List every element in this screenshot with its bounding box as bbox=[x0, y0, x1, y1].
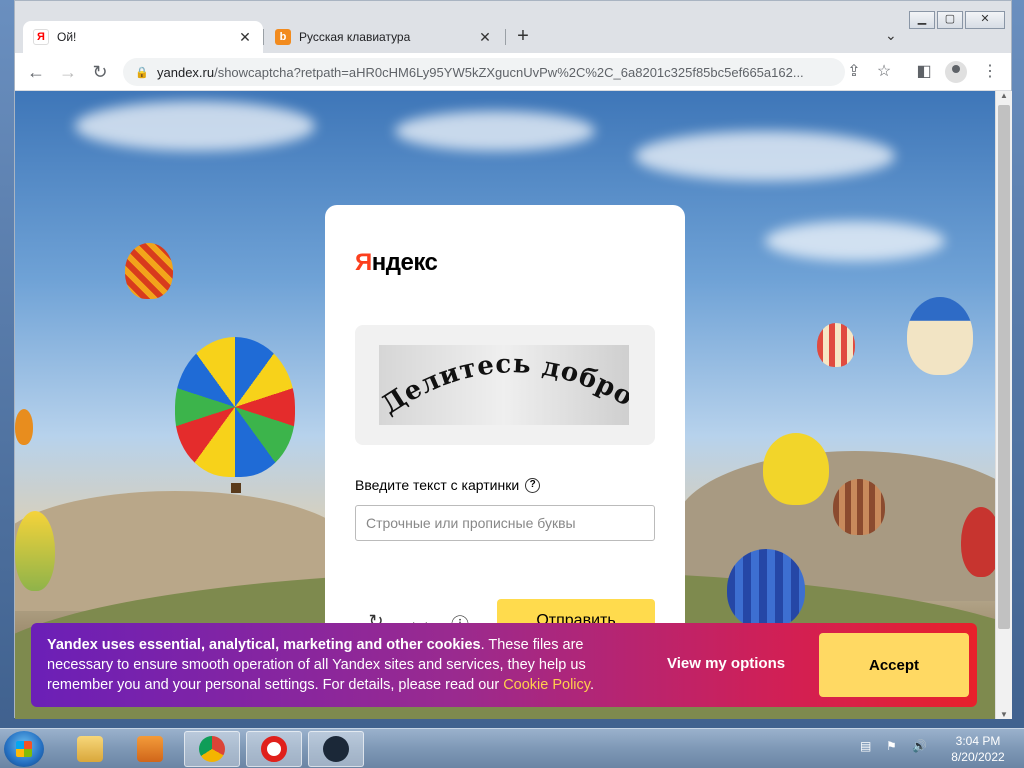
tab-divider bbox=[263, 29, 264, 45]
logo-rest: ндекс bbox=[371, 249, 438, 276]
captcha-image-frame: Делитесь добром bbox=[355, 325, 655, 445]
cookie-end-text: . bbox=[589, 677, 594, 693]
tab-search-chevron-icon[interactable]: ⌄ bbox=[885, 27, 897, 44]
taskbar-media-player[interactable] bbox=[122, 731, 178, 767]
side-panel-icon[interactable]: ◧ bbox=[911, 59, 937, 85]
hot-air-balloon bbox=[833, 479, 885, 535]
scroll-up-arrow-icon[interactable]: ▲ bbox=[1000, 91, 1008, 100]
view-my-options-button[interactable]: View my options bbox=[667, 655, 785, 672]
captcha-page: Яндекс Делитесь добром Введите текст с к… bbox=[15, 91, 995, 719]
taskbar-steam[interactable] bbox=[308, 731, 364, 767]
captcha-image: Делитесь добром bbox=[379, 345, 629, 425]
captcha-label: Введите текст с картинки ? bbox=[355, 477, 541, 493]
cookie-bold-text: Yandex uses essential, analytical, marke… bbox=[47, 637, 481, 653]
profile-avatar-icon[interactable] bbox=[945, 61, 967, 83]
yandex-favicon-icon: Я bbox=[33, 29, 49, 45]
hot-air-balloon bbox=[907, 297, 973, 375]
taskbar-opera[interactable] bbox=[246, 731, 302, 767]
hot-air-balloon bbox=[763, 433, 829, 505]
hot-air-balloon bbox=[15, 409, 33, 445]
tab-close-icon[interactable]: ✕ bbox=[477, 29, 493, 46]
chrome-icon bbox=[199, 736, 225, 762]
url-host: yandex.ru bbox=[157, 64, 215, 80]
window-controls: ▁ ▢ ✕ bbox=[909, 11, 1005, 29]
tab-russian-keyboard[interactable]: b Русская клавиатура ✕ bbox=[265, 21, 503, 53]
captcha-label-text: Введите текст с картинки bbox=[355, 477, 520, 493]
close-window-button[interactable]: ✕ bbox=[965, 11, 1005, 29]
new-tab-button[interactable]: + bbox=[511, 25, 535, 49]
forward-arrow-icon[interactable]: → bbox=[55, 59, 81, 85]
tab-title: Русская клавиатура bbox=[299, 30, 411, 44]
captcha-card: Яндекс Делитесь добром Введите текст с к… bbox=[325, 205, 685, 645]
bee-favicon-icon: b bbox=[275, 29, 291, 45]
yandex-logo: Яндекс bbox=[355, 249, 438, 277]
browser-toolbar: ← → ↻ 🔒 yandex.ru /showcaptcha?retpath=a… bbox=[15, 53, 1011, 91]
browser-window: Я Ой! ✕ b Русская клавиатура ✕ + ⌄ ▁ ▢ ✕… bbox=[14, 0, 1012, 719]
cloud bbox=[765, 221, 945, 261]
cloud bbox=[635, 131, 895, 181]
tab-divider bbox=[505, 29, 506, 45]
logo-letter: Я bbox=[355, 249, 372, 276]
captcha-text: Делитесь добром bbox=[379, 345, 629, 421]
tab-strip: Я Ой! ✕ b Русская клавиатура ✕ + ⌄ ▁ ▢ ✕ bbox=[15, 1, 1011, 53]
tab-yandex-captcha[interactable]: Я Ой! ✕ bbox=[23, 21, 263, 53]
cloud bbox=[75, 101, 315, 151]
hot-air-balloon bbox=[175, 337, 295, 477]
captcha-answer-input[interactable] bbox=[355, 505, 655, 541]
network-icon[interactable]: ▤ bbox=[860, 739, 876, 755]
svg-text:Делитесь добром: Делитесь добром bbox=[379, 345, 629, 421]
hot-air-balloon bbox=[817, 323, 855, 367]
reload-icon[interactable]: ↻ bbox=[87, 59, 113, 85]
back-arrow-icon[interactable]: ← bbox=[23, 59, 49, 85]
media-player-icon bbox=[137, 736, 163, 762]
action-center-flag-icon[interactable]: ⚑ bbox=[886, 739, 902, 755]
scroll-thumb[interactable] bbox=[998, 105, 1010, 629]
tab-close-icon[interactable]: ✕ bbox=[237, 29, 253, 46]
page-scrollbar[interactable]: ▲ ▼ bbox=[995, 91, 1012, 719]
lock-icon: 🔒 bbox=[135, 67, 149, 79]
taskbar-file-explorer[interactable] bbox=[62, 731, 118, 767]
file-explorer-icon bbox=[77, 736, 103, 762]
balloon-basket bbox=[231, 483, 241, 493]
minimize-button[interactable]: ▁ bbox=[909, 11, 935, 29]
maximize-button[interactable]: ▢ bbox=[937, 11, 963, 29]
system-clock[interactable]: 3:04 PM 8/20/2022 bbox=[938, 733, 1018, 765]
cookie-message: Yandex uses essential, analytical, marke… bbox=[47, 635, 627, 695]
scroll-down-arrow-icon[interactable]: ▼ bbox=[1000, 710, 1008, 719]
url-path: /showcaptcha?retpath=aHR0cHM6Ly95YW5kZXg… bbox=[214, 64, 804, 80]
cloud bbox=[395, 111, 595, 151]
volume-icon[interactable]: 🔊 bbox=[912, 739, 928, 755]
opera-icon bbox=[261, 736, 287, 762]
cookie-banner: Yandex uses essential, analytical, marke… bbox=[31, 623, 977, 707]
tab-title: Ой! bbox=[57, 30, 77, 44]
steam-icon bbox=[323, 736, 349, 762]
clock-time: 3:04 PM bbox=[955, 734, 1001, 748]
accept-cookies-button[interactable]: Accept bbox=[819, 633, 969, 697]
help-question-icon[interactable]: ? bbox=[525, 477, 541, 493]
menu-kebab-icon[interactable]: ⋮ bbox=[977, 59, 1003, 85]
clock-date: 8/20/2022 bbox=[951, 750, 1005, 764]
captcha-distorted-text: Делитесь добром bbox=[379, 345, 629, 421]
hot-air-balloon bbox=[961, 507, 995, 577]
bookmark-star-icon[interactable]: ☆ bbox=[871, 59, 897, 85]
start-button[interactable] bbox=[4, 731, 44, 767]
taskbar-chrome[interactable] bbox=[184, 731, 240, 767]
address-bar[interactable]: 🔒 yandex.ru /showcaptcha?retpath=aHR0cHM… bbox=[123, 58, 845, 86]
hot-air-balloon bbox=[727, 549, 805, 629]
system-tray: ▤ ⚑ 🔊 bbox=[860, 739, 928, 755]
windows-taskbar: ▤ ⚑ 🔊 3:04 PM 8/20/2022 bbox=[0, 728, 1024, 768]
cookie-policy-link[interactable]: Cookie Policy bbox=[503, 677, 590, 693]
share-icon[interactable]: ⇪ bbox=[841, 59, 867, 85]
hot-air-balloon bbox=[15, 511, 55, 591]
hot-air-balloon bbox=[125, 243, 173, 299]
